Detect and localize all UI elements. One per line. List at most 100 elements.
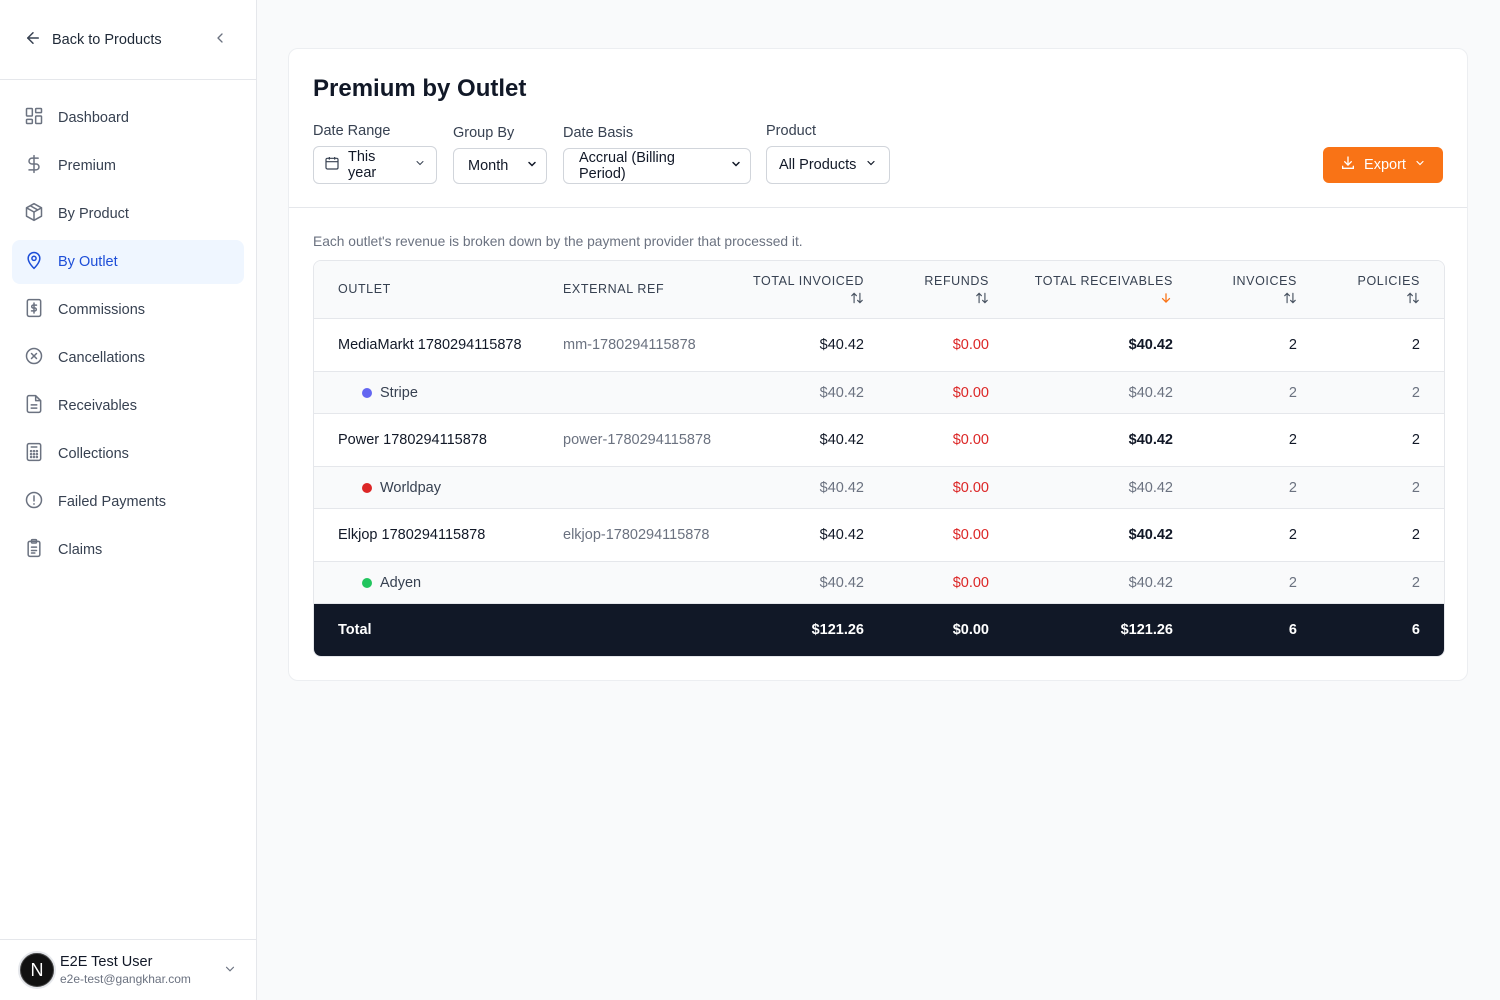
provider-label: Stripe bbox=[380, 384, 418, 401]
provider-label: Adyen bbox=[380, 574, 422, 591]
sort-icon bbox=[1358, 291, 1420, 308]
table-row[interactable]: MediaMarkt 1780294115878 mm-178029411587… bbox=[314, 319, 1444, 372]
total-receivables: $40.42 bbox=[1128, 527, 1173, 543]
sidebar-item-failed-payments[interactable]: Failed Payments bbox=[12, 480, 244, 524]
sidebar-item-label: Commissions bbox=[58, 302, 146, 318]
total-receivables: $40.42 bbox=[1128, 384, 1173, 401]
policies: 2 bbox=[1411, 432, 1420, 448]
provider-name: Stripe bbox=[362, 385, 418, 401]
policies: 2 bbox=[1411, 479, 1420, 496]
total-row: Total $121.26 $0.00 $121.26 6 6 bbox=[314, 604, 1444, 656]
dollar-icon bbox=[24, 154, 44, 178]
sidebar-item-receivables[interactable]: Receivables bbox=[12, 384, 244, 428]
sidebar-item-label: Collections bbox=[58, 446, 129, 462]
policies: 2 bbox=[1411, 574, 1420, 591]
outlet-table: Outlet External Ref Total Invoiced Refun… bbox=[313, 260, 1445, 657]
collapse-sidebar-button[interactable] bbox=[210, 30, 230, 50]
column-header-total-invoiced[interactable]: Total Invoiced bbox=[753, 274, 864, 308]
group-by-select[interactable]: Month bbox=[453, 148, 547, 184]
policies: 6 bbox=[1411, 622, 1420, 638]
clipboard-icon bbox=[24, 538, 44, 562]
sidebar-item-commissions[interactable]: Commissions bbox=[12, 288, 244, 332]
total-receivables: $40.42 bbox=[1128, 574, 1173, 591]
invoices: 2 bbox=[1288, 574, 1297, 591]
column-header-invoices[interactable]: Invoices bbox=[1232, 274, 1297, 308]
column-header-total-receivables[interactable]: Total Receivables bbox=[1035, 274, 1173, 308]
arrow-left-icon bbox=[24, 29, 42, 51]
sidebar-item-dashboard[interactable]: Dashboard bbox=[12, 96, 244, 140]
product-filter: Product All Products bbox=[766, 123, 890, 184]
column-header-external-ref: External Ref bbox=[563, 282, 665, 296]
sidebar-item-label: Claims bbox=[58, 542, 103, 558]
table-row[interactable]: Elkjop 1780294115878 elkjop-178029411587… bbox=[314, 509, 1444, 562]
chevron-down-icon bbox=[223, 962, 237, 981]
column-header-outlet: Outlet bbox=[338, 282, 391, 296]
sidebar-item-label: Cancellations bbox=[58, 350, 146, 366]
date-range-value: This year bbox=[348, 149, 377, 181]
sidebar-item-by-outlet[interactable]: By Outlet bbox=[12, 240, 244, 284]
back-to-products-label: Back to Products bbox=[52, 31, 162, 48]
date-basis-value: Accrual (Billing Period) bbox=[579, 150, 675, 182]
invoices: 2 bbox=[1288, 384, 1297, 401]
refunds: $0.00 bbox=[952, 432, 989, 448]
date-range-filter: Date Range This year bbox=[313, 123, 437, 184]
group-by-value: Month bbox=[468, 158, 509, 174]
policies: 2 bbox=[1411, 384, 1420, 401]
sidebar-item-by-product[interactable]: By Product bbox=[12, 192, 244, 236]
external-ref: power-1780294115878 bbox=[563, 432, 712, 448]
sidebar-item-label: Failed Payments bbox=[58, 494, 166, 510]
product-select[interactable]: All Products bbox=[766, 146, 890, 184]
date-range-select[interactable]: This year bbox=[313, 146, 437, 184]
refunds: $0.00 bbox=[952, 574, 989, 591]
report-header: Premium by Outlet Date Range This year G… bbox=[289, 49, 1467, 208]
external-ref: mm-1780294115878 bbox=[563, 337, 696, 353]
total-receivables: $40.42 bbox=[1128, 337, 1173, 353]
total-invoiced: $40.42 bbox=[819, 432, 864, 448]
download-icon bbox=[1340, 155, 1356, 175]
sidebar-item-claims[interactable]: Claims bbox=[12, 528, 244, 572]
invoices: 2 bbox=[1288, 432, 1297, 448]
chevron-left-icon bbox=[212, 30, 228, 51]
sidebar-nav: Dashboard Premium By Product By Outlet C… bbox=[0, 80, 256, 592]
export-button[interactable]: Export bbox=[1323, 147, 1443, 183]
table-header: Outlet External Ref Total Invoiced Refun… bbox=[314, 261, 1444, 319]
alert-circle-icon bbox=[24, 490, 44, 514]
table-row[interactable]: Power 1780294115878 power-1780294115878 … bbox=[314, 414, 1444, 467]
column-label: Total Receivables bbox=[1034, 274, 1173, 288]
sidebar-item-premium[interactable]: Premium bbox=[12, 144, 244, 188]
report-description: Each outlet's revenue is broken down by … bbox=[313, 234, 803, 249]
total-invoiced: $40.42 bbox=[819, 479, 864, 496]
external-ref: elkjop-1780294115878 bbox=[563, 527, 710, 543]
column-label: Total Invoiced bbox=[753, 274, 864, 288]
policies: 2 bbox=[1411, 337, 1420, 353]
user-menu[interactable]: N E2E Test User e2e-test@gangkhar.com bbox=[0, 939, 257, 1000]
refunds: $0.00 bbox=[952, 337, 989, 353]
refunds: $0.00 bbox=[952, 622, 989, 638]
provider-row: Adyen $40.42 $0.00 $40.42 2 2 bbox=[314, 562, 1444, 604]
sidebar-item-label: Dashboard bbox=[58, 110, 129, 126]
sidebar-item-label: By Product bbox=[58, 206, 129, 222]
date-basis-filter: Date Basis Accrual (Billing Period) bbox=[563, 125, 751, 184]
total-receivables: $40.42 bbox=[1128, 432, 1173, 448]
package-icon bbox=[24, 202, 44, 226]
document-icon bbox=[24, 394, 44, 418]
x-circle-icon bbox=[24, 346, 44, 370]
sort-desc-icon bbox=[1035, 291, 1173, 308]
sort-icon bbox=[753, 291, 864, 308]
chevron-down-icon bbox=[865, 157, 877, 173]
back-to-products-link[interactable]: Back to Products bbox=[24, 29, 162, 51]
date-basis-select[interactable]: Accrual (Billing Period) bbox=[563, 148, 751, 184]
dashboard-icon bbox=[24, 106, 44, 130]
sidebar-item-cancellations[interactable]: Cancellations bbox=[12, 336, 244, 380]
column-label: Policies bbox=[1357, 274, 1420, 288]
sidebar-item-label: Receivables bbox=[58, 398, 137, 414]
provider-dot bbox=[362, 387, 372, 398]
sidebar: Back to Products Dashboard Premium By Pr… bbox=[0, 0, 257, 1000]
column-header-policies[interactable]: Policies bbox=[1358, 274, 1420, 308]
report-card: Premium by Outlet Date Range This year G… bbox=[288, 48, 1468, 681]
total-receivables: $121.26 bbox=[1120, 622, 1173, 638]
column-header-refunds[interactable]: Refunds bbox=[924, 274, 989, 308]
invoices: 2 bbox=[1288, 527, 1297, 543]
sidebar-item-collections[interactable]: Collections bbox=[12, 432, 244, 476]
receipt-dollar-icon bbox=[24, 298, 44, 322]
